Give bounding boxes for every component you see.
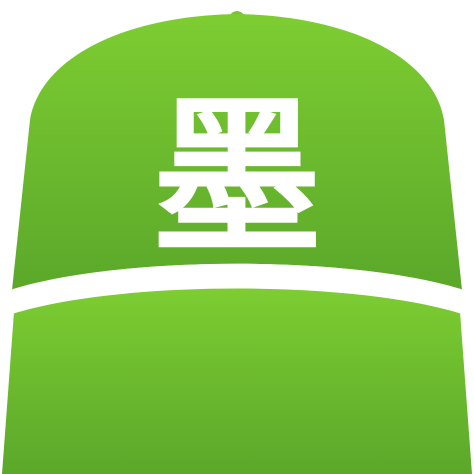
cap-glyph: 墨: [152, 79, 322, 277]
cap-brim: [2, 286, 472, 474]
baseball-cap-icon: 墨: [2, 11, 472, 474]
app-icon[interactable]: 墨: [0, 0, 474, 474]
